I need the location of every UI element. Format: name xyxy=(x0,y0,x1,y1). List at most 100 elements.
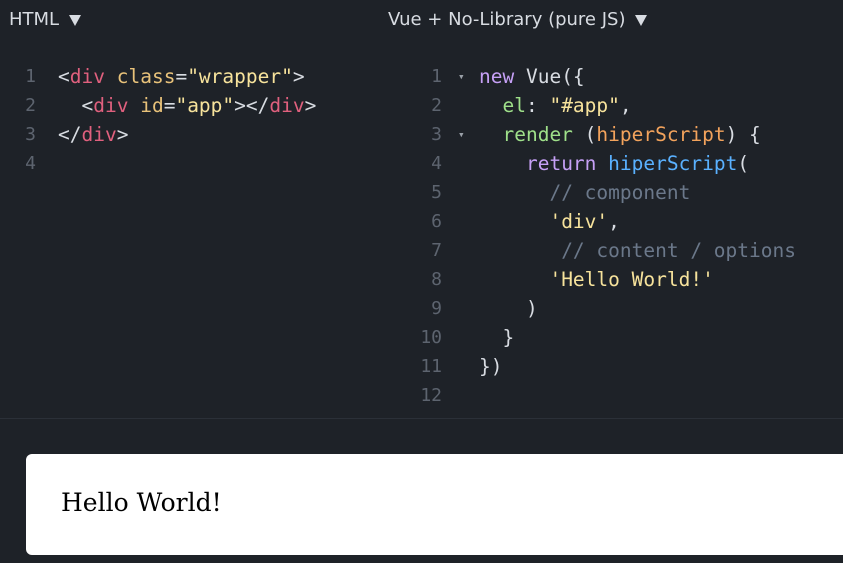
code-text: <div id="app"></div> xyxy=(58,91,316,120)
code-line[interactable]: 3 </div> xyxy=(0,120,390,149)
chevron-down-icon[interactable] xyxy=(69,14,82,26)
code-text: // content / options xyxy=(479,236,796,265)
line-number: 4 xyxy=(25,153,36,174)
code-token: hiperScript xyxy=(608,152,738,175)
code-token: </ xyxy=(58,123,82,146)
code-token: id xyxy=(140,94,164,117)
pane-divider[interactable] xyxy=(0,418,843,419)
code-line[interactable]: 4 return hiperScript( xyxy=(400,149,843,178)
chevron-down-icon[interactable] xyxy=(635,14,648,26)
code-token: new xyxy=(479,65,515,88)
code-text: </div> xyxy=(58,120,128,149)
code-token: "#app" xyxy=(549,94,620,117)
code-token: // component xyxy=(549,181,691,204)
code-token: "app" xyxy=(175,94,235,117)
code-token: } xyxy=(479,326,515,349)
code-line[interactable]: 2 <div id="app"></div> xyxy=(0,91,390,120)
code-text: // component xyxy=(479,178,690,207)
line-number: 10 xyxy=(420,327,442,348)
code-text: 'div', xyxy=(479,207,620,236)
line-number: 7 xyxy=(431,240,442,261)
code-token: div xyxy=(269,94,305,117)
code-text: <div class="wrapper"> xyxy=(58,62,305,91)
code-line[interactable]: 9 ) xyxy=(400,294,843,323)
fold-arrow-icon[interactable]: ▾ xyxy=(458,120,465,149)
code-token: : xyxy=(525,94,550,117)
code-token: class xyxy=(116,65,176,88)
code-token: > xyxy=(116,123,129,146)
code-token: Vue({ xyxy=(514,65,585,88)
code-text: new Vue({ xyxy=(479,62,585,91)
result-text: Hello World! xyxy=(61,488,222,517)
code-line[interactable]: 7 // content / options xyxy=(400,236,843,265)
code-line[interactable]: 3 ▾ render (hiperScript) { xyxy=(400,120,843,149)
code-token: el xyxy=(502,94,526,117)
code-token: ( xyxy=(737,152,750,175)
code-text: return hiperScript( xyxy=(479,149,749,178)
code-text: } xyxy=(479,323,514,352)
code-token: , xyxy=(608,210,620,233)
line-number: 3 xyxy=(25,124,36,145)
code-line[interactable]: 11}) xyxy=(400,352,843,381)
line-number: 4 xyxy=(431,153,442,174)
code-token: // content / options xyxy=(561,239,796,262)
code-token: ) { xyxy=(725,123,761,146)
line-number: 8 xyxy=(431,269,442,290)
code-line[interactable]: 12 xyxy=(400,381,843,410)
js-pane-title: Vue + No-Library (pure JS) xyxy=(388,8,626,30)
code-token: ></ xyxy=(234,94,270,117)
line-number: 12 xyxy=(420,385,442,406)
code-token: < xyxy=(58,65,70,88)
code-text: 'Hello World!' xyxy=(479,265,714,294)
code-text: ) xyxy=(479,294,538,323)
code-text: el: "#app", xyxy=(479,91,631,120)
code-line[interactable]: 10 } xyxy=(400,323,843,352)
html-pane-dropdown[interactable]: HTML xyxy=(9,0,82,38)
code-token: }) xyxy=(479,355,503,378)
code-token: div xyxy=(93,94,129,117)
code-token: > xyxy=(304,94,317,117)
code-token: div xyxy=(69,65,105,88)
code-token: return xyxy=(525,152,597,175)
code-line[interactable]: 5 // component xyxy=(400,178,843,207)
code-token: = xyxy=(175,65,188,88)
code-token: 'Hello World!' xyxy=(549,268,714,291)
code-token: < xyxy=(58,94,94,117)
js-pane-dropdown[interactable]: Vue + No-Library (pure JS) xyxy=(388,0,648,38)
code-token: 'div' xyxy=(549,210,609,233)
code-token: ( xyxy=(572,123,597,146)
result-preview: Hello World! xyxy=(26,454,843,555)
code-line[interactable]: 6 'div', xyxy=(400,207,843,236)
html-code-editor[interactable]: 1 <div class="wrapper"> 2 <div id="app"></… xyxy=(0,62,390,178)
code-line[interactable]: 1 <div class="wrapper"> xyxy=(0,62,390,91)
line-number: 5 xyxy=(431,182,442,203)
code-line[interactable]: 4 xyxy=(0,149,390,178)
line-number: 6 xyxy=(431,211,442,232)
code-token: > xyxy=(292,65,305,88)
js-code-editor[interactable]: 1 ▾ new Vue({2 el: "#app", 3 ▾ render (hiper… xyxy=(400,62,843,410)
line-number: 2 xyxy=(431,95,442,116)
fold-arrow-icon[interactable]: ▾ xyxy=(458,62,465,91)
code-token: = xyxy=(163,94,176,117)
line-number: 1 xyxy=(25,66,36,87)
line-number: 11 xyxy=(420,356,442,377)
line-number: 9 xyxy=(431,298,442,319)
line-number: 3 xyxy=(431,124,442,145)
code-text: }) xyxy=(479,352,502,381)
html-pane-title: HTML xyxy=(9,8,60,30)
code-token: div xyxy=(81,123,117,146)
code-token: "wrapper" xyxy=(187,65,293,88)
code-text: render (hiperScript) { xyxy=(479,120,761,149)
code-line[interactable]: 8 'Hello World!' xyxy=(400,265,843,294)
code-line[interactable]: 1 ▾ new Vue({ xyxy=(400,62,843,91)
code-token: render xyxy=(502,123,573,146)
code-line[interactable]: 2 el: "#app", xyxy=(400,91,843,120)
